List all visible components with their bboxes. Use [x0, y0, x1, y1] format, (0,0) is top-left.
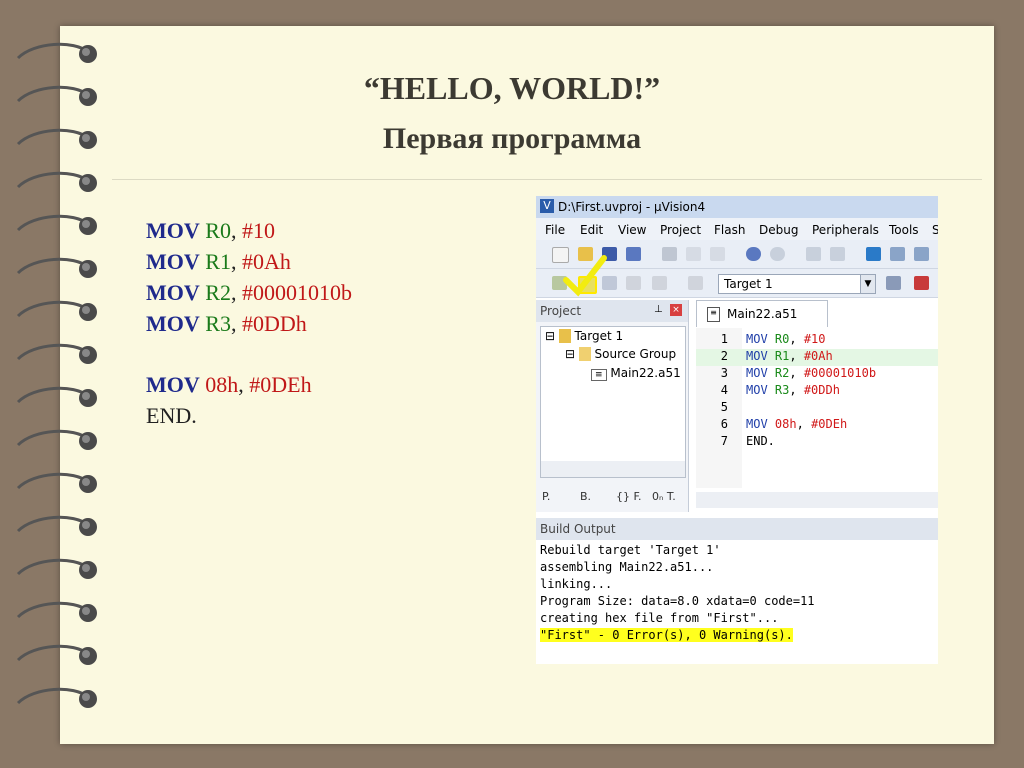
menu-bar: File Edit View Project Flash Debug Perip… — [536, 218, 938, 240]
spiral-ring — [16, 257, 97, 278]
checkmark-icon — [563, 255, 607, 297]
editor-line: 6 MOV 08h, #0DEh — [720, 417, 848, 431]
tree-item-file[interactable]: ≡ Main22.a51 — [591, 366, 681, 381]
tree-hscroll[interactable] — [541, 461, 685, 477]
pin-icon[interactable]: ⊥ — [654, 304, 663, 315]
menu-file[interactable]: File — [545, 223, 565, 237]
menu-view[interactable]: View — [618, 223, 646, 237]
pane-tabs: P. B. {} F. 0ₙ T. — [536, 486, 688, 508]
code-line: END. — [146, 403, 197, 428]
window-titlebar: V D:\First.uvproj - µVision4 — [536, 196, 938, 218]
spiral-ring — [16, 42, 97, 63]
folder-icon — [578, 347, 591, 361]
tree-item-group[interactable]: ⊟ Source Group — [565, 347, 676, 361]
code-line: MOV R1, #0Ah — [146, 249, 291, 274]
menu-more[interactable]: S — [932, 223, 938, 237]
project-pane-header: Project ⊥ × — [536, 300, 688, 322]
menu-flash[interactable]: Flash — [714, 223, 745, 237]
cut-icon[interactable] — [662, 247, 677, 261]
build-result-line: "First" - 0 Error(s), 0 Warning(s). — [540, 628, 793, 642]
target-options-icon[interactable] — [886, 276, 901, 290]
tree-item-target[interactable]: ⊟ Target 1 — [545, 329, 623, 343]
undo-icon[interactable] — [746, 247, 761, 261]
editor-line: 5 — [720, 400, 728, 414]
spiral-ring — [16, 644, 97, 665]
bookmark-prev-icon[interactable] — [890, 247, 905, 261]
editor-line: 4 MOV R3, #0DDh — [720, 383, 840, 397]
menu-project[interactable]: Project — [660, 223, 701, 237]
spiral-ring — [16, 386, 97, 407]
bookmark-next-icon[interactable] — [914, 247, 929, 261]
spiral-ring — [16, 171, 97, 192]
window-title: D:\First.uvproj - µVision4 — [558, 200, 706, 214]
spiral-ring — [16, 687, 97, 708]
menu-edit[interactable]: Edit — [580, 223, 603, 237]
manage-components-icon[interactable] — [914, 276, 929, 290]
menu-peripherals[interactable]: Peripherals — [812, 223, 879, 237]
editor-line: 3 MOV R2, #00001010b — [720, 366, 877, 380]
slide-subtitle: Первая программа — [382, 122, 642, 155]
build-output-pane: Build Output Rebuild target 'Target 1' as… — [536, 518, 938, 664]
spiral-ring — [16, 429, 97, 450]
code-line: MOV 08h, #0DEh — [146, 372, 312, 397]
redo-icon[interactable] — [770, 247, 785, 261]
project-pane: Project ⊥ × ⊟ Target 1 ⊟ Source Group ≡ … — [536, 300, 689, 512]
spiral-ring — [16, 300, 97, 321]
copy-icon[interactable] — [686, 247, 701, 261]
editor-line: 7 END. — [720, 434, 775, 448]
menu-debug[interactable]: Debug — [759, 223, 798, 237]
stop-build-icon[interactable] — [652, 276, 667, 290]
chevron-down-icon[interactable]: ▼ — [860, 275, 875, 293]
divider — [112, 179, 982, 180]
code-line: MOV R3, #0DDh — [146, 311, 307, 336]
build-output-text: Rebuild target 'Target 1' assembling Main… — [540, 543, 815, 642]
menu-tools[interactable]: Tools — [889, 223, 919, 237]
uvision-icon: V — [540, 199, 554, 213]
nav-forward-icon[interactable] — [830, 247, 845, 261]
project-tree: ⊟ Target 1 ⊟ Source Group ≡ Main22.a51 — [540, 326, 686, 478]
tab-main22[interactable]: ≡ Main22.a51 — [696, 300, 828, 327]
slide-title: “HELLO, WORLD!” — [363, 70, 661, 106]
tab-books[interactable]: B. — [580, 490, 591, 503]
batch-build-icon[interactable] — [626, 276, 641, 290]
spiral-ring — [16, 343, 97, 364]
bookmark-icon[interactable] — [866, 247, 881, 261]
close-icon[interactable]: × — [670, 304, 682, 316]
file-icon: ≡ — [707, 307, 720, 322]
code-editor[interactable]: ≡ Main22.a51 1 MOV R0, #10 2 MOV R1, #0Ah … — [696, 300, 938, 512]
paste-icon[interactable] — [710, 247, 725, 261]
file-icon: ≡ — [591, 369, 607, 381]
save-all-icon[interactable] — [626, 247, 641, 261]
target-select[interactable]: Target 1 ▼ — [718, 274, 876, 294]
spiral-ring — [16, 558, 97, 579]
editor-line: 1 MOV R0, #10 — [720, 332, 826, 346]
code-line: MOV R0, #10 — [146, 218, 275, 243]
spiral-ring — [16, 214, 97, 235]
build-output-header: Build Output — [536, 518, 938, 540]
nav-back-icon[interactable] — [806, 247, 821, 261]
code-line: MOV R2, #00001010b — [146, 280, 352, 305]
target-icon — [558, 329, 571, 343]
spiral-ring — [16, 601, 97, 622]
tab-project[interactable]: P. — [542, 490, 550, 503]
spiral-ring — [16, 515, 97, 536]
tab-functions[interactable]: {} F. — [616, 490, 642, 503]
editor-hscroll[interactable] — [696, 492, 938, 508]
spiral-ring — [16, 472, 97, 493]
tab-templates[interactable]: 0ₙ T. — [652, 490, 676, 503]
download-icon[interactable] — [688, 276, 703, 290]
editor-line: 2 MOV R1, #0Ah — [696, 349, 938, 366]
